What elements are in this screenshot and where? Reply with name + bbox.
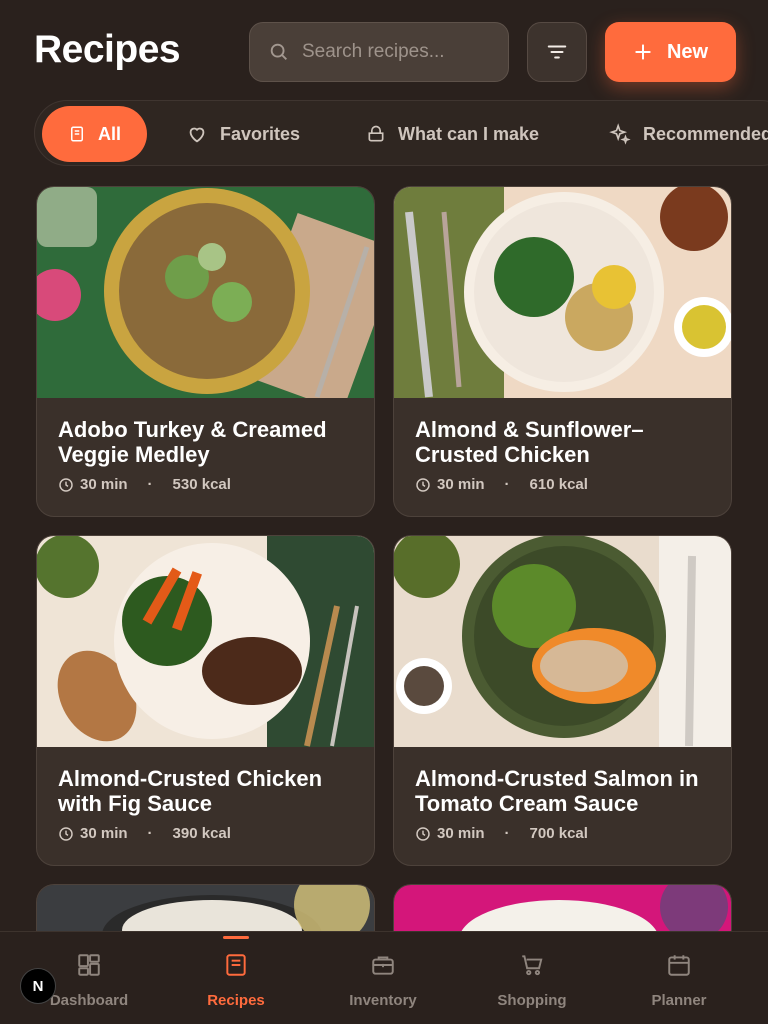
plus-icon [635, 44, 651, 60]
nav-label: Shopping [497, 992, 567, 1009]
meta-separator: · [147, 476, 153, 493]
recipe-kcal: 530 kcal [172, 476, 231, 493]
recipe-title: Almond-Crusted Chicken with Fig Sauce [58, 766, 323, 816]
nav-label: Dashboard [49, 992, 129, 1009]
active-indicator [223, 936, 249, 939]
tab-favorites[interactable]: Favorites [186, 106, 300, 162]
recipe-title: Almond & Sunflower–Crusted Chicken [415, 417, 644, 467]
tab-what-can-i-make[interactable]: What can I make [366, 106, 539, 162]
recipe-time: 30 min [437, 825, 485, 842]
recipe-kcal: 390 kcal [172, 825, 231, 842]
dashboard-icon [78, 954, 100, 976]
recipe-book-icon [226, 954, 246, 976]
header: Recipes New [0, 0, 768, 100]
clock-icon [416, 826, 430, 841]
new-button-label: New [666, 40, 709, 63]
recipe-card[interactable]: Almond-Crusted Chicken with Fig Sauce 30… [36, 535, 375, 866]
book-icon [71, 126, 83, 142]
search-icon [270, 43, 287, 60]
new-recipe-button[interactable]: New [605, 22, 736, 82]
recipe-card[interactable]: Almond & Sunflower–Crusted Chicken 30 mi… [393, 186, 732, 517]
meta-separator: · [504, 825, 510, 842]
recipe-photo [37, 536, 374, 747]
category-tabs: All Favorites What can I make Recommende… [34, 100, 768, 166]
recipe-kcal: 610 kcal [529, 476, 588, 493]
recipe-meta: 30 min · 390 kcal [58, 825, 231, 842]
meta-separator: · [504, 476, 510, 493]
page-title: Recipes [34, 28, 181, 71]
recipe-title: Almond-Crusted Salmon in Tomato Cream Sa… [415, 766, 699, 816]
nav-inventory[interactable]: Inventory [318, 932, 448, 1024]
nav-shopping[interactable]: Shopping [467, 932, 597, 1024]
cart-icon [522, 955, 543, 976]
recipe-time: 30 min [437, 476, 485, 493]
tab-label: Favorites [220, 123, 301, 144]
filter-lines-icon [547, 45, 567, 59]
search-box[interactable] [249, 22, 509, 82]
recipe-title: Adobo Turkey & Creamed Veggie Medley [58, 417, 327, 467]
filter-button[interactable] [527, 22, 587, 82]
dev-tools-badge[interactable]: N [20, 968, 56, 1004]
nav-label: Inventory [349, 992, 417, 1009]
recipe-meta: 30 min · 530 kcal [58, 476, 231, 493]
search-input[interactable] [302, 41, 492, 63]
recipe-card[interactable]: Almond-Crusted Salmon in Tomato Cream Sa… [393, 535, 732, 866]
tab-recommended[interactable]: Recommended [609, 106, 768, 162]
recipe-meta: 30 min · 610 kcal [415, 476, 588, 493]
nav-planner[interactable]: Planner [614, 932, 744, 1024]
tab-all[interactable]: All [42, 106, 148, 162]
clock-icon [59, 477, 73, 492]
briefcase-icon [372, 956, 394, 975]
clock-icon [59, 826, 73, 841]
bottom-navigation: Dashboard Recipes Inventory Shopping Pla… [0, 931, 768, 1024]
clock-icon [416, 477, 430, 492]
tab-label: What can I make [398, 123, 540, 144]
recipe-time: 30 min [80, 476, 128, 493]
recipe-photo [394, 536, 731, 747]
nav-recipes[interactable]: Recipes [171, 932, 301, 1024]
meta-separator: · [147, 825, 153, 842]
recipe-time: 30 min [80, 825, 128, 842]
nav-label: Planner [651, 992, 707, 1009]
recipe-photo [394, 187, 731, 398]
tab-label: All [98, 123, 122, 144]
calendar-icon [668, 955, 690, 976]
recipe-photo [37, 187, 374, 398]
recipe-meta: 30 min · 700 kcal [415, 825, 588, 842]
pot-icon [368, 125, 384, 142]
sparkle-icon [609, 123, 631, 145]
recipe-kcal: 700 kcal [529, 825, 588, 842]
nav-label: Recipes [207, 992, 265, 1009]
heart-icon [189, 127, 205, 143]
recipe-card[interactable]: Adobo Turkey & Creamed Veggie Medley 30 … [36, 186, 375, 517]
tab-label: Recommended [643, 123, 768, 144]
